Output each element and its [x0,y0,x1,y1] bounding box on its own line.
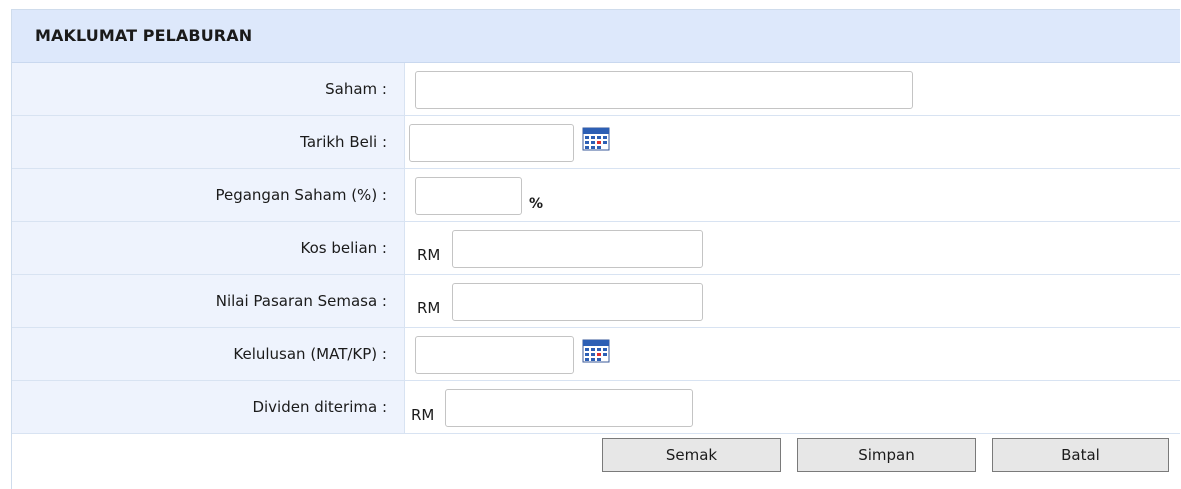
simpan-button[interactable]: Simpan [797,438,976,472]
nilai-pasaran-label: Nilai Pasaran Semasa : [215,292,387,310]
dividen-currency: RM [411,406,435,424]
section-header: MAKLUMAT PELABURAN [12,10,1180,63]
pegangan-saham-label: Pegangan Saham (%) : [215,186,387,204]
section-title: MAKLUMAT PELABURAN [35,26,253,45]
tarikh-beli-input[interactable] [409,124,574,162]
saham-input[interactable] [415,71,913,109]
pegangan-saham-input[interactable] [415,177,522,215]
label-cell: Kos belian : [12,222,405,274]
semak-button[interactable]: Semak [602,438,781,472]
row-pegangan-saham: Pegangan Saham (%) : [12,169,1180,222]
nilai-pasaran-input[interactable] [452,283,703,321]
kelulusan-input[interactable] [415,336,574,374]
nilai-pasaran-currency: RM [417,299,441,317]
label-cell: Tarikh Beli : [12,116,405,168]
calendar-icon[interactable] [582,339,610,363]
kos-belian-label: Kos belian : [300,239,387,257]
dividen-input[interactable] [445,389,693,427]
batal-button[interactable]: Batal [992,438,1169,472]
label-cell: Nilai Pasaran Semasa : [12,275,405,327]
tarikh-beli-label: Tarikh Beli : [300,133,387,151]
label-cell: Pegangan Saham (%) : [12,169,405,221]
label-cell: Kelulusan (MAT/KP) : [12,328,405,380]
label-cell: Dividen diterima : [12,381,405,433]
kelulusan-label: Kelulusan (MAT/KP) : [233,345,387,363]
saham-label: Saham : [325,80,387,98]
kos-belian-input[interactable] [452,230,703,268]
dividen-label: Dividen diterima : [252,398,387,416]
label-cell: Saham : [12,63,405,115]
calendar-icon[interactable] [582,127,610,151]
percent-unit: % [529,196,544,212]
kos-belian-currency: RM [417,246,441,264]
